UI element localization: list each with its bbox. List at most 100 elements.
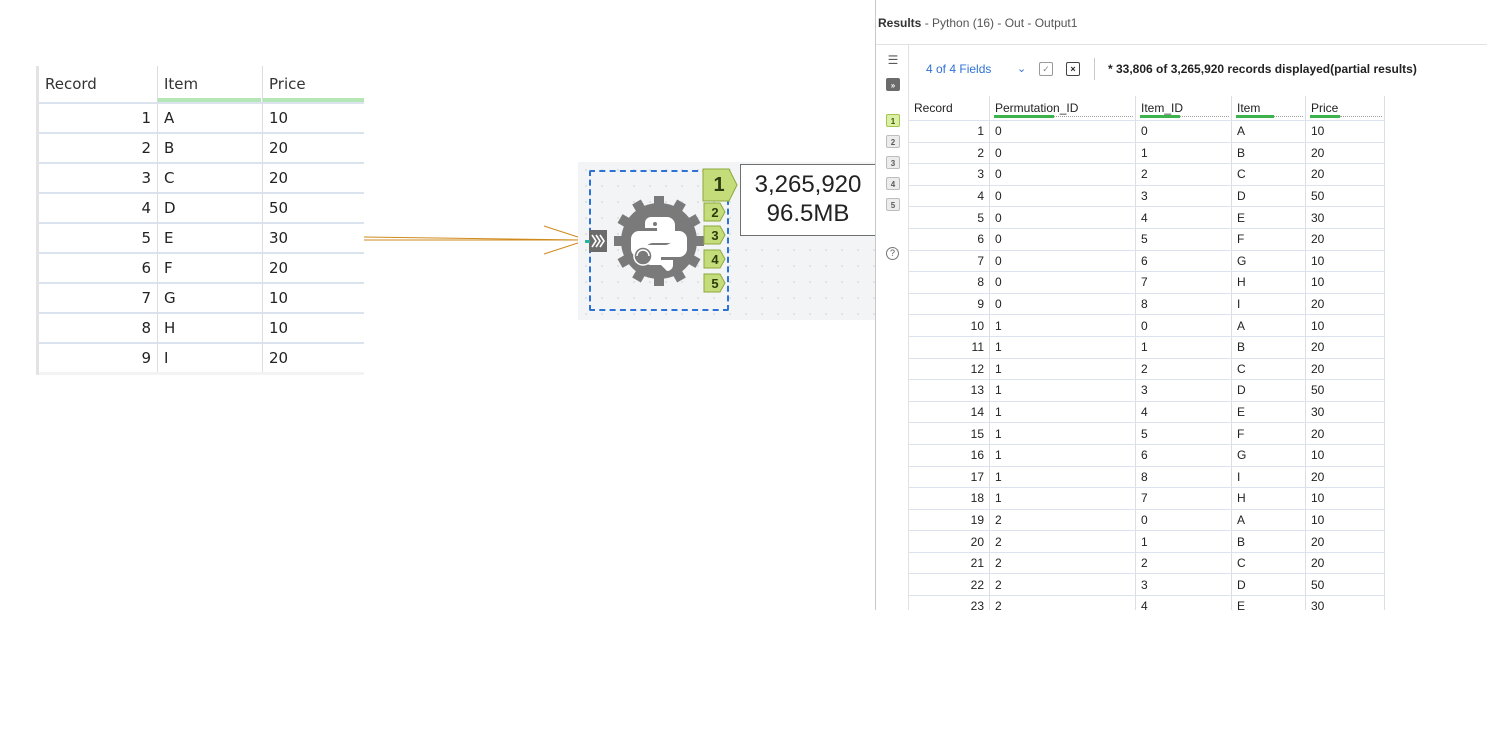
input-table-row[interactable]: 3 C 20 [39,162,364,192]
grid-cell-item: H [1232,271,1306,293]
grid-col-item[interactable]: Item [1232,96,1306,120]
grid-row[interactable]: 4 0 3 D 50 [909,184,1385,207]
input-anchor-chevrons-icon [585,230,607,252]
grid-cell-rec: 11 [909,335,990,358]
connection-line[interactable] [364,222,590,258]
input-col-item[interactable]: Item [158,66,263,102]
grid-col-item-id[interactable]: Item_ID [1136,96,1232,120]
input-cell-rec: 6 [39,252,158,282]
grid-cell-perm: 0 [990,227,1136,250]
grid-row[interactable]: 21 2 2 C 20 [909,551,1385,574]
input-cell-price: 10 [263,312,364,342]
grid-cell-item: A [1232,314,1306,336]
output-anchor-3[interactable]: 3 [704,226,726,246]
grid-row[interactable]: 11 1 1 B 20 [909,335,1385,358]
grid-row[interactable]: 17 1 8 I 20 [909,465,1385,488]
rail-output-anchor-4[interactable]: 4 [886,177,900,190]
input-table-row[interactable]: 1 A 10 [39,102,364,132]
grid-cell-price: 10 [1306,120,1385,142]
grid-row[interactable]: 23 2 4 E 30 [909,595,1385,610]
input-table-row[interactable]: 6 F 20 [39,252,364,282]
grid-cell-iid: 3 [1136,184,1232,207]
grid-cell-item: G [1232,249,1306,272]
grid-row[interactable]: 14 1 4 E 30 [909,400,1385,423]
input-table-row[interactable]: 5 E 30 [39,222,364,252]
output-anchor-5[interactable]: 5 [704,274,726,294]
grid-cell-perm: 0 [990,271,1136,293]
output-anchor-1[interactable]: 1 [703,169,741,201]
grid-col-record[interactable]: Record [909,96,990,120]
help-icon[interactable]: ? [886,247,899,260]
grid-cell-perm: 0 [990,206,1136,228]
grid-cell-item: H [1232,487,1306,509]
input-table-row[interactable]: 7 G 10 [39,282,364,312]
grid-row[interactable]: 18 1 7 H 10 [909,487,1385,509]
rail-output-anchor-2[interactable]: 2 [886,135,900,148]
output-anchor-2[interactable]: 2 [704,203,726,223]
grid-row[interactable]: 5 0 4 E 30 [909,206,1385,228]
grid-cell-item: D [1232,573,1306,596]
grid-cell-rec: 18 [909,487,990,509]
grid-cell-item: A [1232,508,1306,531]
rail-output-anchor-5[interactable]: 5 [886,198,900,211]
grid-cell-perm: 0 [990,184,1136,207]
grid-col-permutation-id[interactable]: Permutation_ID [990,96,1136,120]
input-table-row[interactable]: 9 I 20 [39,342,364,372]
grid-cell-item: I [1232,292,1306,315]
grid-row[interactable]: 13 1 3 D 50 [909,379,1385,401]
grid-cell-rec: 23 [909,595,990,610]
input-cell-price: 50 [263,192,364,222]
grid-cell-perm: 2 [990,573,1136,596]
grid-cell-item: A [1232,120,1306,142]
chevron-down-icon[interactable]: ⌄ [1017,62,1026,75]
grid-cell-perm: 1 [990,314,1136,336]
grid-col-price[interactable]: Price [1306,96,1385,120]
clear-filter-icon[interactable]: × [1066,62,1080,76]
grid-cell-rec: 21 [909,551,990,574]
grid-row[interactable]: 8 0 7 H 10 [909,271,1385,293]
rail-output-anchor-1[interactable]: 1 [886,114,900,127]
grid-row[interactable]: 12 1 2 C 20 [909,357,1385,380]
grid-row[interactable]: 9 0 8 I 20 [909,292,1385,315]
grid-row[interactable]: 6 0 5 F 20 [909,227,1385,250]
grid-cell-iid: 5 [1136,422,1232,444]
input-col-record[interactable]: Record [39,66,158,102]
grid-row[interactable]: 19 2 0 A 10 [909,508,1385,531]
python-gear-icon [614,196,704,286]
grid-row[interactable]: 3 0 2 C 20 [909,163,1385,185]
input-table-row[interactable]: 4 D 50 [39,192,364,222]
grid-cell-price: 10 [1306,249,1385,272]
input-col-price[interactable]: Price [263,66,364,102]
grid-cell-iid: 3 [1136,379,1232,401]
grid-row[interactable]: 2 0 1 B 20 [909,141,1385,164]
grid-row[interactable]: 16 1 6 G 10 [909,443,1385,466]
input-anchor-icon[interactable]: » [886,78,900,91]
grid-cell-item: C [1232,357,1306,380]
input-cell-item: I [158,342,263,372]
check-icon[interactable]: ✓ [1039,62,1053,76]
grid-cell-item: G [1232,443,1306,466]
grid-cell-price: 20 [1306,141,1385,164]
grid-row[interactable]: 1 0 0 A 10 [909,120,1385,142]
input-table-row[interactable]: 8 H 10 [39,312,364,342]
grid-cell-price: 20 [1306,530,1385,552]
input-cell-price: 20 [263,342,364,372]
grid-cell-perm: 1 [990,422,1136,444]
grid-row[interactable]: 15 1 5 F 20 [909,422,1385,444]
fields-selector[interactable]: 4 of 4 Fields [926,62,991,76]
input-cell-price: 10 [263,282,364,312]
input-table-row[interactable]: 2 B 20 [39,132,364,162]
grid-row[interactable]: 7 0 6 G 10 [909,249,1385,272]
grid-row[interactable]: 10 1 0 A 10 [909,314,1385,336]
grid-cell-item: E [1232,206,1306,228]
results-side-rail: ☰ » 1 2 3 4 5 ? [876,45,909,610]
grid-cell-item: C [1232,551,1306,574]
list-view-icon[interactable]: ☰ [886,54,900,67]
grid-cell-item: E [1232,595,1306,610]
input-cell-rec: 9 [39,342,158,372]
output-anchor-4[interactable]: 4 [704,250,726,270]
grid-row[interactable]: 22 2 3 D 50 [909,573,1385,596]
grid-row[interactable]: 20 2 1 B 20 [909,530,1385,552]
grid-cell-perm: 1 [990,357,1136,380]
rail-output-anchor-3[interactable]: 3 [886,156,900,169]
